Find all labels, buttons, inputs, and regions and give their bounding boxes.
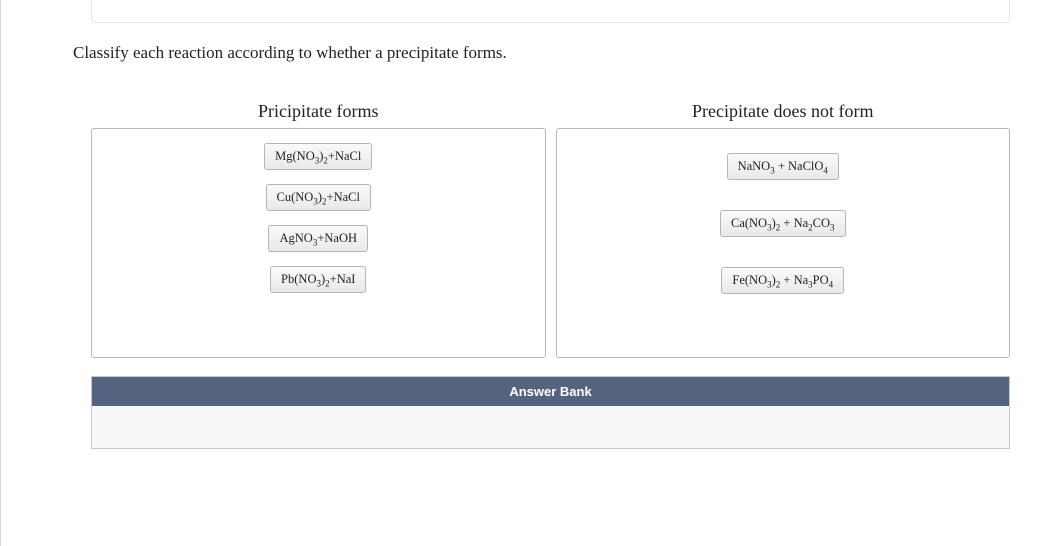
reaction-chip[interactable]: Fe(NO3)2 + Na3PO4 <box>721 267 844 294</box>
reaction-chip[interactable]: Cu(NO3)2+NaCl <box>266 184 371 211</box>
answer-bank-title: Answer Bank <box>92 377 1009 406</box>
content-inner: Classify each reaction according to whet… <box>1 0 1050 449</box>
previous-card-edge <box>91 0 1010 23</box>
instruction-text: Classify each reaction according to whet… <box>73 43 1040 63</box>
page-root: Classify each reaction according to whet… <box>0 0 1050 546</box>
bin-left-title: Pricipitate forms <box>91 101 546 122</box>
bin-right-dropzone[interactable]: NaNO3 + NaClO4 Ca(NO3)2 + Na2CO3 Fe(NO3)… <box>556 128 1011 358</box>
reaction-chip[interactable]: NaNO3 + NaClO4 <box>727 153 839 180</box>
bin-left-dropzone[interactable]: Mg(NO3)2+NaCl Cu(NO3)2+NaCl AgNO3+NaOH P… <box>91 128 546 358</box>
reaction-chip[interactable]: Ca(NO3)2 + Na2CO3 <box>720 210 846 237</box>
bin-left-column: Pricipitate forms Mg(NO3)2+NaCl Cu(NO3)2… <box>91 101 546 358</box>
answer-bank: Answer Bank <box>91 376 1010 449</box>
bin-right-column: Precipitate does not form NaNO3 + NaClO4… <box>556 101 1011 358</box>
bins-row: Pricipitate forms Mg(NO3)2+NaCl Cu(NO3)2… <box>91 101 1010 358</box>
reaction-chip[interactable]: Pb(NO3)2+NaI <box>270 266 366 293</box>
bin-right-title: Precipitate does not form <box>556 101 1011 122</box>
reaction-chip[interactable]: Mg(NO3)2+NaCl <box>264 143 372 170</box>
reaction-chip[interactable]: AgNO3+NaOH <box>268 225 368 252</box>
answer-bank-dropzone[interactable] <box>92 406 1009 448</box>
